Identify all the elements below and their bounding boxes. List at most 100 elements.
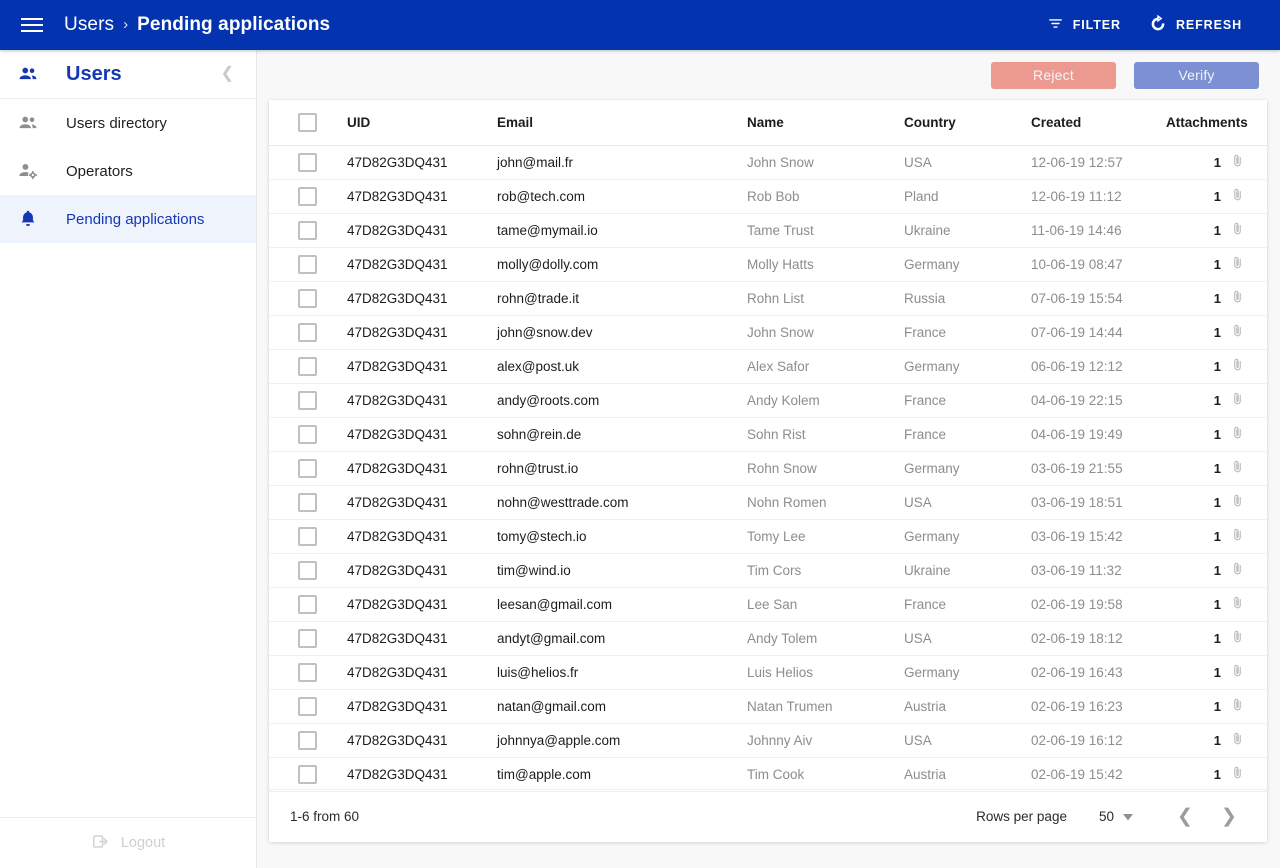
row-checkbox[interactable] — [298, 526, 317, 546]
row-checkbox[interactable] — [298, 186, 317, 206]
table-row[interactable]: 47D82G3DQ431 tame@mymail.io Tame Trust Ukra… — [269, 213, 1267, 248]
row-checkbox[interactable] — [298, 560, 317, 580]
row-checkbox[interactable] — [298, 288, 317, 308]
cell-uid: 47D82G3DQ431 — [347, 349, 497, 384]
paperclip-icon[interactable] — [1230, 560, 1245, 580]
verify-button[interactable]: Verify — [1134, 61, 1259, 89]
paperclip-icon[interactable] — [1230, 186, 1245, 206]
row-checkbox[interactable] — [298, 424, 317, 444]
row-checkbox[interactable] — [298, 152, 317, 172]
row-checkbox[interactable] — [298, 594, 317, 614]
table-row[interactable]: 47D82G3DQ431 luis@helios.fr Luis Helios Ger… — [269, 655, 1267, 690]
breadcrumb-parent[interactable]: Users — [64, 14, 114, 36]
sidebar-item-operators[interactable]: Operators — [0, 147, 256, 195]
row-checkbox[interactable] — [298, 662, 317, 682]
column-header-email[interactable]: Email — [497, 100, 747, 146]
table-row[interactable]: 47D82G3DQ431 nohn@westtrade.com Nohn Romen… — [269, 485, 1267, 520]
paperclip-icon[interactable] — [1230, 526, 1245, 546]
cell-name: Tame Trust — [747, 213, 904, 248]
table-row[interactable]: 47D82G3DQ431 john@mail.fr John Snow USA 12-0… — [269, 145, 1267, 180]
column-header-name[interactable]: Name — [747, 100, 904, 146]
row-checkbox[interactable] — [298, 220, 317, 240]
table-row[interactable]: 47D82G3DQ431 tim@apple.com Tim Cook Austria… — [269, 757, 1267, 792]
paperclip-icon[interactable] — [1230, 254, 1245, 274]
rows-per-page-select[interactable]: 50 — [1099, 809, 1133, 824]
attachment-count: 1 — [1213, 664, 1221, 680]
paperclip-icon[interactable] — [1230, 390, 1245, 410]
paperclip-icon[interactable] — [1230, 730, 1245, 750]
cell-attachments: 1 — [1166, 315, 1267, 350]
chevron-left-icon[interactable]: ❮ — [215, 62, 240, 86]
rows-per-page-label: Rows per page — [976, 808, 1067, 824]
paperclip-icon[interactable] — [1230, 322, 1245, 342]
paperclip-icon[interactable] — [1230, 288, 1245, 308]
paperclip-icon[interactable] — [1230, 220, 1245, 240]
paperclip-icon[interactable] — [1230, 764, 1245, 784]
row-checkbox[interactable] — [298, 390, 317, 410]
select-all-checkbox[interactable] — [298, 112, 317, 132]
row-checkbox[interactable] — [298, 492, 317, 512]
cell-created: 07-06-19 15:54 — [1031, 281, 1166, 316]
table-row[interactable]: 47D82G3DQ431 tim@wind.io Tim Cors Ukraine 03… — [269, 553, 1267, 588]
cell-country: Germany — [904, 655, 1031, 690]
refresh-button[interactable]: REFRESH — [1135, 7, 1256, 44]
table-row[interactable]: 47D82G3DQ431 leesan@gmail.com Lee San Franc… — [269, 587, 1267, 622]
filter-button[interactable]: FILTER — [1033, 7, 1135, 43]
breadcrumb: Users › Pending applications — [64, 14, 330, 36]
attachment-count: 1 — [1213, 358, 1221, 374]
paperclip-icon[interactable] — [1230, 492, 1245, 512]
paperclip-icon[interactable] — [1230, 458, 1245, 478]
table-row[interactable]: 47D82G3DQ431 rohn@trust.io Rohn Snow German… — [269, 451, 1267, 486]
row-checkbox[interactable] — [298, 730, 317, 750]
column-header-attachments[interactable]: Attachments — [1166, 100, 1267, 146]
column-header-created[interactable]: Created — [1031, 100, 1166, 146]
paperclip-icon[interactable] — [1230, 662, 1245, 682]
paperclip-icon[interactable] — [1230, 424, 1245, 444]
hamburger-line — [21, 24, 43, 26]
table-row[interactable]: 47D82G3DQ431 rob@tech.com Rob Bob Pland 12-0… — [269, 179, 1267, 214]
cell-country: Austria — [904, 757, 1031, 792]
column-header-uid[interactable]: UID — [347, 100, 497, 146]
row-checkbox[interactable] — [298, 696, 317, 716]
table-row[interactable]: 47D82G3DQ431 molly@dolly.com Molly Hatts Ge… — [269, 247, 1267, 282]
table-header-row: UID Email Name Country Created Attachmen… — [269, 100, 1267, 146]
row-checkbox[interactable] — [298, 628, 317, 648]
next-page-button[interactable]: ❯ — [1212, 799, 1246, 833]
cell-email: natan@gmail.com — [497, 689, 747, 724]
table-row[interactable]: 47D82G3DQ431 sohn@rein.de Sohn Rist France 0… — [269, 417, 1267, 452]
row-checkbox[interactable] — [298, 322, 317, 342]
row-checkbox[interactable] — [298, 356, 317, 376]
table-row[interactable]: 47D82G3DQ431 natan@gmail.com Natan Trumen A… — [269, 689, 1267, 724]
hamburger-icon[interactable] — [0, 0, 64, 50]
table-row[interactable]: 47D82G3DQ431 andy@roots.com Andy Kolem Fran… — [269, 383, 1267, 418]
paperclip-icon[interactable] — [1230, 152, 1245, 172]
paperclip-icon[interactable] — [1230, 594, 1245, 614]
cell-uid: 47D82G3DQ431 — [347, 553, 497, 588]
sidebar-item-users-directory[interactable]: Users directory — [0, 99, 256, 147]
logout-button[interactable]: Logout — [91, 832, 165, 855]
row-checkbox[interactable] — [298, 254, 317, 274]
cell-email: luis@helios.fr — [497, 655, 747, 690]
cell-name: Tim Cors — [747, 553, 904, 588]
table-row[interactable]: 47D82G3DQ431 tomy@stech.io Tomy Lee Germany… — [269, 519, 1267, 554]
paperclip-icon[interactable] — [1230, 356, 1245, 376]
table-row[interactable]: 47D82G3DQ431 johnnya@apple.com Johnny Aiv U… — [269, 723, 1267, 758]
reject-button[interactable]: Reject — [991, 61, 1116, 89]
table-row[interactable]: 47D82G3DQ431 rohn@trade.it Rohn List Russia… — [269, 281, 1267, 316]
row-range-label: 1-6 from 60 — [290, 808, 360, 824]
paperclip-icon[interactable] — [1230, 628, 1245, 648]
row-checkbox[interactable] — [298, 458, 317, 478]
cell-attachments: 1 — [1166, 247, 1267, 282]
cell-country: USA — [904, 723, 1031, 758]
people-icon — [16, 111, 40, 135]
row-checkbox[interactable] — [298, 764, 317, 784]
paperclip-icon[interactable] — [1230, 696, 1245, 716]
table-row[interactable]: 47D82G3DQ431 andyt@gmail.com Andy Tolem USA… — [269, 621, 1267, 656]
sidebar-item-pending-applications[interactable]: Pending applications — [0, 195, 256, 243]
table-row[interactable]: 47D82G3DQ431 john@snow.dev John Snow France… — [269, 315, 1267, 350]
table-row[interactable]: 47D82G3DQ431 alex@post.uk Alex Safor German… — [269, 349, 1267, 384]
column-header-country[interactable]: Country — [904, 100, 1031, 146]
cell-name: John Snow — [747, 145, 904, 180]
previous-page-button[interactable]: ❮ — [1168, 799, 1202, 833]
cell-country: USA — [904, 485, 1031, 520]
